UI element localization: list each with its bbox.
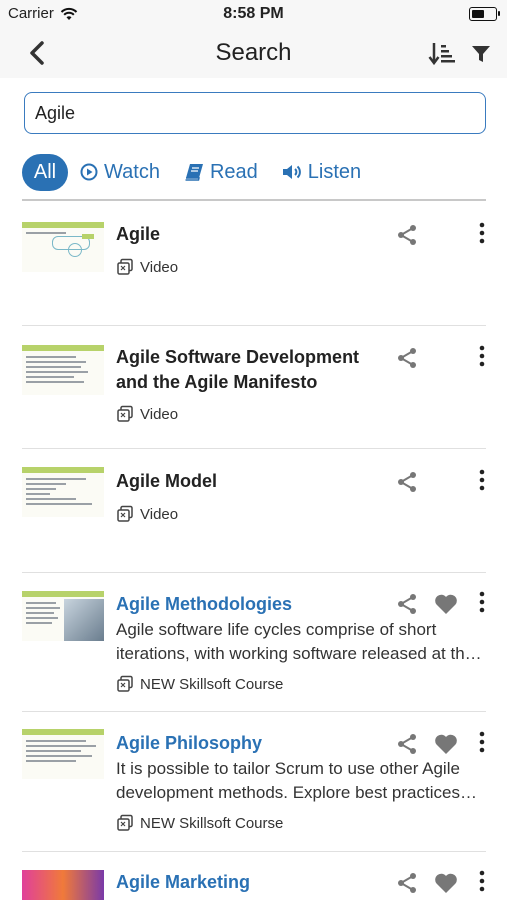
- tab-all-label: All: [33, 160, 57, 183]
- thumbnail: [22, 591, 104, 641]
- thumbnail: [22, 222, 104, 272]
- thumbnail: [22, 345, 104, 395]
- row-divider: [22, 448, 486, 449]
- result-title[interactable]: Agile: [116, 222, 386, 247]
- more-options-icon[interactable]: [476, 731, 488, 753]
- result-type-label: NEW Skillsoft Course: [140, 675, 284, 693]
- result-type: NEW Skillsoft Course: [116, 814, 283, 832]
- more-options-icon[interactable]: [476, 345, 488, 367]
- result-title[interactable]: Agile Philosophy: [116, 731, 386, 756]
- result-title[interactable]: Agile Model: [116, 469, 386, 494]
- nav-bar: Search: [0, 28, 507, 78]
- content-type-icon: [117, 405, 133, 422]
- list-item[interactable]: Agile Marketing: [22, 868, 486, 900]
- battery-level: [471, 9, 484, 18]
- status-bar: Carrier 8:58 PM: [0, 0, 507, 28]
- list-item[interactable]: Agile Methodologies Agile software life …: [22, 589, 486, 709]
- share-icon[interactable]: [396, 872, 418, 894]
- result-description: Agile software life cycles comprise of s…: [116, 620, 482, 663]
- share-icon[interactable]: [396, 733, 418, 755]
- sort-icon: [428, 43, 455, 66]
- result-title[interactable]: Agile Methodologies: [116, 592, 386, 617]
- heart-icon[interactable]: [434, 733, 458, 755]
- result-type: Video: [116, 258, 178, 276]
- battery-icon: [469, 7, 500, 21]
- heart-icon[interactable]: [434, 593, 458, 615]
- list-item[interactable]: Agile Software Development and the Agile…: [22, 341, 486, 447]
- share-icon[interactable]: [396, 593, 418, 615]
- tab-read[interactable]: Read: [184, 161, 258, 184]
- result-type-label: NEW Skillsoft Course: [140, 814, 284, 832]
- content-type-icon: [117, 814, 133, 831]
- tab-read-label: Read: [209, 160, 258, 183]
- tabs-divider: [22, 199, 486, 201]
- row-divider: [22, 325, 486, 326]
- more-options-icon[interactable]: [476, 591, 488, 613]
- more-options-icon[interactable]: [476, 870, 486, 892]
- result-type-label: Video: [140, 405, 179, 423]
- thumbnail: [22, 870, 104, 900]
- filter-icon: [472, 46, 490, 62]
- tab-listen-label: Listen: [307, 160, 362, 183]
- list-item[interactable]: Agile Video: [22, 218, 486, 324]
- result-title[interactable]: Agile Software Development and the Agile…: [116, 345, 386, 395]
- result-type-label: Video: [140, 505, 179, 523]
- tab-listen[interactable]: Listen: [282, 161, 361, 184]
- play-circle-icon: [80, 163, 98, 181]
- more-options-icon[interactable]: [476, 222, 488, 244]
- tab-all[interactable]: All: [22, 153, 68, 191]
- row-divider: [22, 711, 486, 712]
- row-divider: [22, 572, 486, 573]
- result-description: It is possible to tailor Scrum to use ot…: [116, 759, 477, 802]
- share-icon[interactable]: [396, 471, 418, 493]
- result-type: Video: [116, 505, 178, 523]
- thumbnail: [22, 467, 104, 517]
- clock: 8:58 PM: [223, 5, 284, 22]
- result-type: Video: [116, 405, 178, 423]
- result-type-label: Video: [140, 258, 179, 276]
- share-icon[interactable]: [396, 224, 418, 246]
- content-type-icon: [117, 258, 133, 275]
- book-icon: [185, 164, 203, 181]
- filter-button[interactable]: [470, 40, 496, 68]
- tab-watch-label: Watch: [104, 160, 160, 183]
- search-input[interactable]: [24, 92, 486, 134]
- list-item[interactable]: Agile Model Video: [22, 465, 486, 571]
- tab-watch[interactable]: Watch: [80, 161, 160, 184]
- speaker-icon: [282, 165, 301, 179]
- more-options-icon[interactable]: [476, 469, 488, 491]
- content-type-icon: [117, 675, 133, 692]
- share-icon[interactable]: [396, 347, 418, 369]
- list-item[interactable]: Agile Philosophy It is possible to tailo…: [22, 729, 486, 849]
- row-divider: [22, 851, 486, 852]
- filter-tabs: All Watch Read Listen: [22, 153, 385, 191]
- sort-button[interactable]: [428, 40, 456, 68]
- result-title[interactable]: Agile Marketing: [116, 870, 386, 895]
- heart-icon[interactable]: [434, 872, 458, 894]
- result-type: NEW Skillsoft Course: [116, 675, 283, 693]
- content-type-icon: [117, 505, 133, 522]
- thumbnail: [22, 729, 104, 779]
